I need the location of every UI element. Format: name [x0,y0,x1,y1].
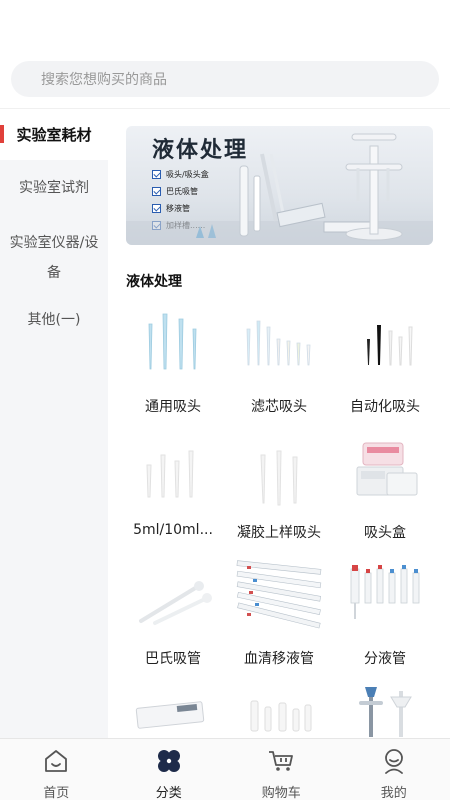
filter-tips-icon [233,299,325,387]
product-label: 巴氏吸管 [145,651,201,667]
sidebar-item-label: 实验室耗材 [16,125,92,144]
product-card[interactable]: 分液管 [332,551,438,677]
product-label: 通用吸头 [145,399,201,415]
tab-home[interactable]: 首页 [0,739,113,800]
product-label: 吸头盒 [364,525,406,541]
profile-icon [380,747,408,775]
tab-label: 首页 [43,786,70,800]
sidebar-item-reagents[interactable]: 实验室试剂 [0,160,108,216]
serological-pipette-icon [233,551,325,639]
lab-equipment-illustration [126,133,433,245]
product-card[interactable]: 5ml/10ml... [120,425,226,551]
tab-label: 我的 [380,786,407,800]
tab-profile[interactable]: 我的 [338,739,450,800]
gel-tips-icon [233,425,325,513]
product-card[interactable]: 巴氏吸管 [120,551,226,677]
product-label: 自动化吸头 [350,399,420,415]
tips-blue-icon [127,299,219,387]
sidebar-item-other[interactable]: 其他(一) [0,300,108,340]
tip-box-icon [339,425,431,513]
category-content: 液体处理 吸头/吸头盒 巴氏吸管 移液管 加样槽...... [108,109,450,738]
reservoir-icon [127,677,219,738]
home-icon [42,747,70,775]
category-banner[interactable]: 液体处理 吸头/吸头盒 巴氏吸管 移液管 加样槽...... [126,126,433,245]
pasteur-pipette-icon [127,551,219,639]
bottom-tab-bar: 首页 分类 购物车 我的 [0,738,450,800]
sidebar-item-label: 实验室试剂 [19,180,89,196]
product-card[interactable]: 通用吸头 [120,299,226,425]
product-label: 滤芯吸头 [251,399,307,415]
tab-label: 购物车 [261,786,301,800]
product-card[interactable] [332,677,438,738]
product-card[interactable]: 凝胶上样吸头 [226,425,332,551]
dispenser-icon [339,551,431,639]
tubes-icon [233,677,325,738]
product-label: 分液管 [364,651,406,667]
product-label: 血清移液管 [244,651,314,667]
product-card[interactable] [120,677,226,738]
auto-tips-icon [339,299,431,387]
search-input[interactable]: 搜索您想购买的商品 [11,61,439,97]
sidebar-item-consumables[interactable]: 实验室耗材 [0,109,108,160]
tab-label: 分类 [155,786,182,800]
product-label: 凝胶上样吸头 [237,525,321,541]
cart-icon [267,747,295,775]
product-label: 5ml/10ml... [133,522,213,538]
large-tips-icon [127,425,219,513]
tab-category[interactable]: 分类 [113,739,226,800]
sidebar-item-label: 实验室仪器/设备 [9,235,99,281]
stand-icon [339,677,431,738]
tab-cart[interactable]: 购物车 [225,739,338,800]
category-icon [155,747,183,775]
sidebar-item-label: 其他(一) [27,312,81,328]
category-sidebar: 实验室耗材 实验室试剂 实验室仪器/设备 其他(一) [0,109,108,738]
product-card[interactable]: 滤芯吸头 [226,299,332,425]
sidebar-item-instruments[interactable]: 实验室仪器/设备 [0,216,108,300]
product-card[interactable]: 吸头盒 [332,425,438,551]
product-card[interactable] [226,677,332,738]
product-card[interactable]: 血清移液管 [226,551,332,677]
product-grid: 通用吸头 滤芯吸头 自动化吸头 5ml/10ml... 凝胶上样吸头 吸头盒 巴… [120,299,438,738]
section-title: 液体处理 [126,274,182,290]
search-placeholder: 搜索您想购买的商品 [41,72,167,88]
product-card[interactable]: 自动化吸头 [332,299,438,425]
